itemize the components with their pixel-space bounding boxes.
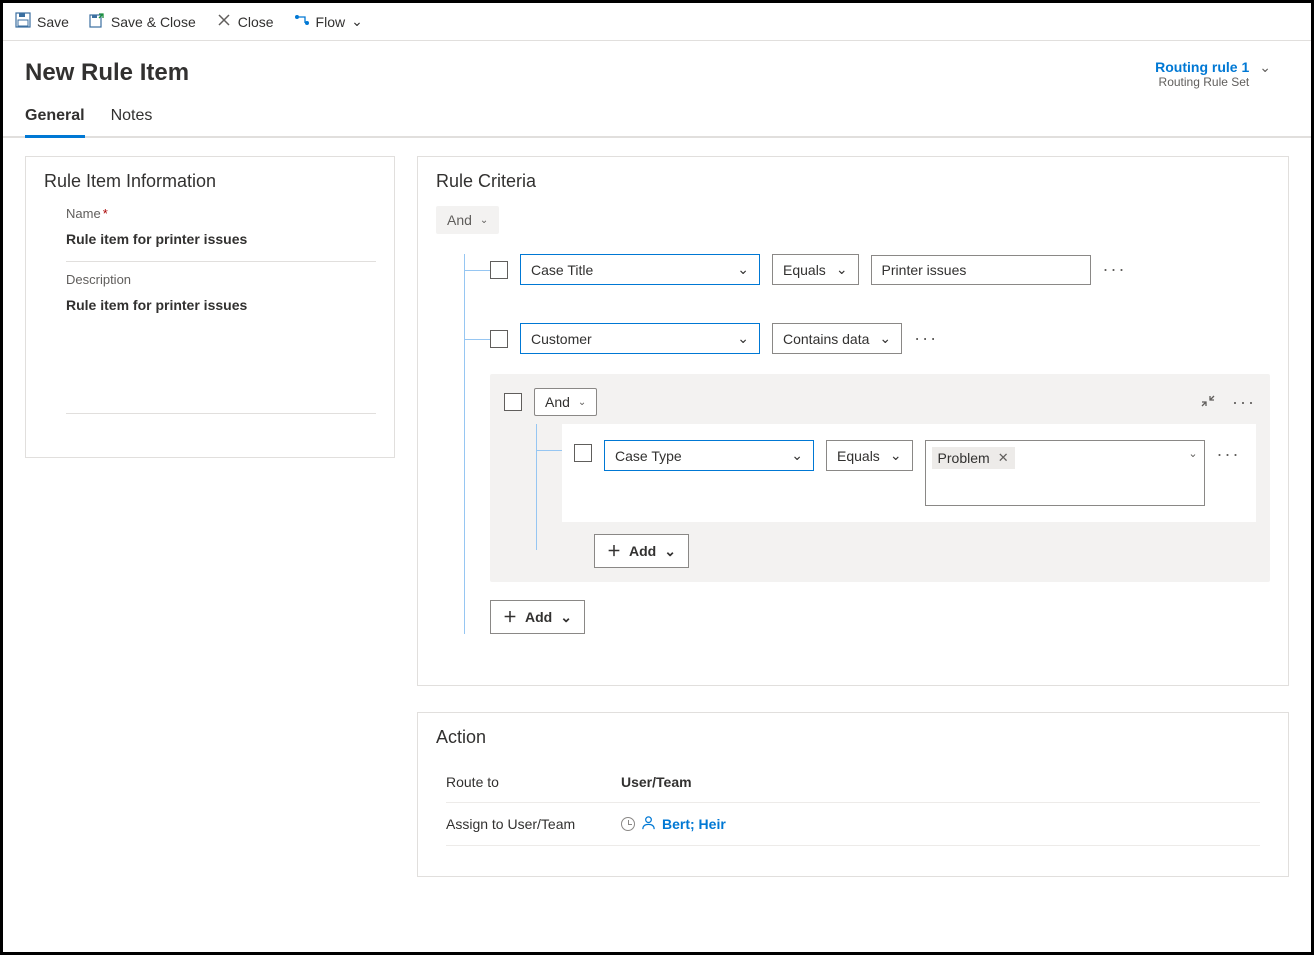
route-to-value[interactable]: User/Team [621,774,692,790]
section-title: Action [436,727,1270,748]
chevron-down-icon: ⌄ [351,13,363,30]
related-record: Routing rule 1 Routing Rule Set ⌄ [1155,59,1289,89]
row-checkbox[interactable] [490,330,508,348]
lookup-value[interactable]: Problem ✕ ⌄ [925,440,1205,506]
operator-label: Equals [783,262,826,278]
section-title: Rule Item Information [44,171,376,192]
rule-criteria-section: Rule Criteria And ⌄ Case Title ⌄ [417,156,1289,686]
plus-icon: ＋ [503,607,517,627]
name-field[interactable]: Rule item for printer issues [66,221,376,257]
chevron-down-icon[interactable]: ⌄ [1259,59,1271,76]
criteria-row: Customer ⌄ Contains data ⌄ ··· [436,323,1270,354]
field-selector-label: Customer [531,331,592,347]
action-section: Action Route to User/Team Assign to User… [417,712,1289,877]
close-icon [216,12,232,31]
criteria-row: Case Type ⌄ Equals ⌄ Problem [562,424,1256,522]
chevron-down-icon: ⌄ [737,261,749,278]
tab-notes[interactable]: Notes [111,107,153,136]
field-selector-label: Case Title [531,262,593,278]
lookup-tag-label: Problem [938,450,990,466]
more-icon[interactable]: ··· [1103,259,1127,280]
chevron-down-icon: ⌄ [560,609,572,626]
save-label: Save [37,14,69,30]
plus-icon: ＋ [607,541,621,561]
command-bar: Save Save & Close Close Flow ⌄ [3,3,1311,41]
related-link[interactable]: Routing rule 1 [1155,59,1249,75]
page-header: New Rule Item Routing rule 1 Routing Rul… [3,41,1311,89]
criteria-tree: And ⌄ Case Title ⌄ Equals [436,206,1270,634]
chevron-down-icon: ⌄ [737,330,749,347]
route-to-row: Route to User/Team [446,762,1260,803]
description-label: Description [66,272,376,287]
save-icon [15,12,31,31]
chevron-down-icon: ⌄ [664,543,676,560]
more-icon[interactable]: ··· [914,328,938,349]
add-label: Add [629,543,656,559]
save-close-icon [89,12,105,31]
recent-icon [621,817,635,831]
row-checkbox[interactable] [490,261,508,279]
save-close-button[interactable]: Save & Close [89,12,196,31]
group-operator-label: And [545,394,570,410]
save-button[interactable]: Save [15,12,69,31]
assign-row: Assign to User/Team Bert; Heir [446,803,1260,846]
chevron-down-icon: ⌄ [836,261,848,278]
save-close-label: Save & Close [111,14,196,30]
root-operator-label: And [447,212,472,228]
field-selector[interactable]: Case Type ⌄ [604,440,814,471]
operator-label: Contains data [783,331,869,347]
related-subtitle: Routing Rule Set [1155,75,1249,89]
group-checkbox[interactable] [504,393,522,411]
criteria-row: Case Title ⌄ Equals ⌄ Printer issues ··· [436,254,1270,285]
person-icon [641,815,656,833]
lookup-tag: Problem ✕ [932,447,1015,469]
operator-selector[interactable]: Equals ⌄ [826,440,913,471]
nested-group: And ⌄ ··· [490,374,1270,582]
chevron-down-icon: ⌄ [1188,447,1197,460]
page-title: New Rule Item [25,59,189,87]
row-checkbox[interactable] [574,444,592,462]
right-column: Rule Criteria And ⌄ Case Title ⌄ [417,156,1289,877]
add-button[interactable]: ＋ Add ⌄ [594,534,689,568]
chevron-down-icon: ⌄ [890,447,902,464]
chevron-down-icon: ⌄ [578,397,586,408]
description-field[interactable]: Rule item for printer issues [66,287,376,323]
more-icon[interactable]: ··· [1232,392,1256,413]
section-title: Rule Criteria [436,171,1270,192]
more-icon[interactable]: ··· [1217,444,1241,465]
value-input[interactable]: Printer issues [871,255,1091,285]
operator-selector[interactable]: Equals ⌄ [772,254,859,285]
assign-value[interactable]: Bert; Heir [621,815,726,833]
route-to-label: Route to [446,774,621,790]
tab-bar: General Notes [3,89,1311,138]
tree-connector [536,424,537,550]
chevron-down-icon: ⌄ [791,447,803,464]
flow-button[interactable]: Flow ⌄ [294,12,363,31]
operator-selector[interactable]: Contains data ⌄ [772,323,902,354]
add-button[interactable]: ＋ Add ⌄ [490,600,585,634]
chevron-down-icon: ⌄ [480,215,488,226]
close-label: Close [238,14,274,30]
assign-value-text: Bert; Heir [662,816,726,832]
tab-general[interactable]: General [25,107,85,138]
chevron-down-icon: ⌄ [879,330,891,347]
form-body: Rule Item Information Name Rule item for… [3,138,1311,895]
flow-icon [294,12,310,31]
name-label: Name [66,206,376,221]
root-operator[interactable]: And ⌄ [436,206,499,234]
field-selector-label: Case Type [615,448,682,464]
group-operator[interactable]: And ⌄ [534,388,597,416]
assign-label: Assign to User/Team [446,816,621,832]
add-label: Add [525,609,552,625]
flow-label: Flow [316,14,346,30]
close-button[interactable]: Close [216,12,274,31]
field-selector[interactable]: Customer ⌄ [520,323,760,354]
tree-connector [464,254,465,634]
operator-label: Equals [837,448,880,464]
collapse-icon[interactable] [1200,393,1216,412]
rule-item-info-section: Rule Item Information Name Rule item for… [25,156,395,458]
remove-tag-icon[interactable]: ✕ [998,450,1009,466]
field-selector[interactable]: Case Title ⌄ [520,254,760,285]
